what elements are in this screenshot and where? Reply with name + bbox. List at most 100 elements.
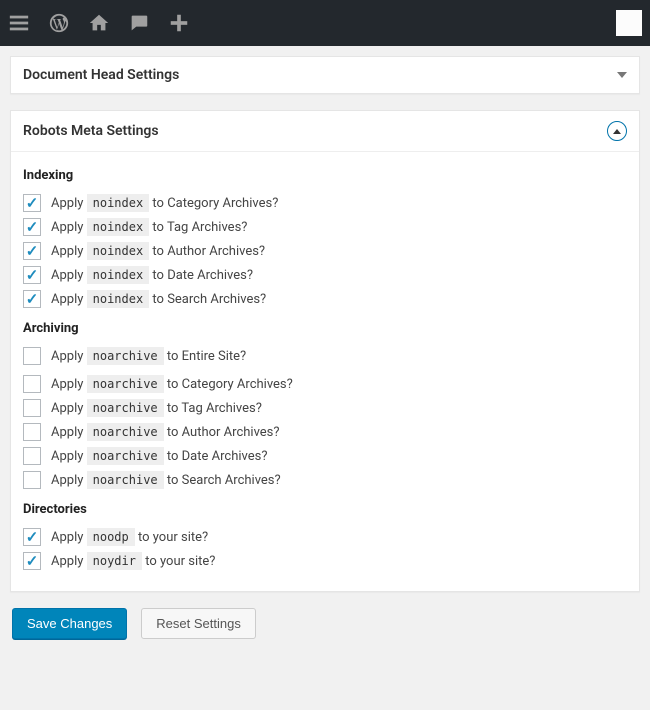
checkbox[interactable] <box>23 218 41 236</box>
option-code: noindex <box>87 218 150 236</box>
option-suffix: to your site? <box>142 554 215 569</box>
panel-title: Document Head Settings <box>23 67 179 83</box>
panel-robots-meta: Robots Meta Settings Indexing Apply noin… <box>10 110 640 592</box>
checkbox[interactable] <box>23 528 41 546</box>
option-code: noarchive <box>87 423 164 441</box>
checkbox[interactable] <box>23 242 41 260</box>
checkbox[interactable] <box>23 375 41 393</box>
option-prefix: Apply <box>51 377 87 392</box>
section-title-directories: Directories <box>23 502 627 517</box>
option-row: Apply noydir to your site? <box>23 549 627 573</box>
option-code: noarchive <box>87 471 164 489</box>
option-label: Apply noindex to Tag Archives? <box>51 220 247 235</box>
checkbox[interactable] <box>23 194 41 212</box>
section-directories: Apply noodp to your site?Apply noydir to… <box>23 525 627 573</box>
panel-body-robots-meta: Indexing Apply noindex to Category Archi… <box>11 151 639 591</box>
option-suffix: to Category Archives? <box>149 196 278 211</box>
option-label: Apply noarchive to Date Archives? <box>51 449 267 464</box>
chevron-up-icon <box>607 121 627 141</box>
option-row: Apply noarchive to Entire Site? <box>23 344 627 368</box>
option-suffix: to Tag Archives? <box>164 401 262 416</box>
section-indexing: Apply noindex to Category Archives?Apply… <box>23 191 627 311</box>
chevron-down-icon <box>617 72 627 78</box>
checkbox[interactable] <box>23 447 41 465</box>
plus-icon[interactable] <box>168 12 190 34</box>
checkbox[interactable] <box>23 423 41 441</box>
checkbox[interactable] <box>23 552 41 570</box>
option-code: noarchive <box>87 447 164 465</box>
option-label: Apply noarchive to Category Archives? <box>51 377 293 392</box>
option-row: Apply noarchive to Category Archives? <box>23 372 627 396</box>
option-prefix: Apply <box>51 554 87 569</box>
panel-document-head: Document Head Settings <box>10 56 640 94</box>
checkbox[interactable] <box>23 266 41 284</box>
panel-header-robots-meta[interactable]: Robots Meta Settings <box>11 111 639 151</box>
option-label: Apply noarchive to Author Archives? <box>51 425 280 440</box>
home-icon[interactable] <box>88 12 110 34</box>
option-row: Apply noindex to Category Archives? <box>23 191 627 215</box>
option-label: Apply noindex to Date Archives? <box>51 268 253 283</box>
section-title-archiving: Archiving <box>23 321 627 336</box>
checkbox[interactable] <box>23 471 41 489</box>
option-prefix: Apply <box>51 244 87 259</box>
reset-button[interactable]: Reset Settings <box>141 608 256 639</box>
comment-icon[interactable] <box>128 12 150 34</box>
option-row: Apply noindex to Date Archives? <box>23 263 627 287</box>
option-suffix: to your site? <box>135 530 208 545</box>
option-code: noarchive <box>87 347 164 365</box>
option-label: Apply noarchive to Entire Site? <box>51 349 246 364</box>
option-prefix: Apply <box>51 530 87 545</box>
option-prefix: Apply <box>51 425 87 440</box>
admin-bar <box>0 0 650 46</box>
content: Document Head Settings Robots Meta Setti… <box>0 46 650 649</box>
option-row: Apply noarchive to Search Archives? <box>23 468 627 492</box>
option-suffix: to Entire Site? <box>164 349 247 364</box>
option-row: Apply noindex to Search Archives? <box>23 287 627 311</box>
option-label: Apply noydir to your site? <box>51 554 215 569</box>
option-suffix: to Search Archives? <box>164 473 281 488</box>
checkbox[interactable] <box>23 399 41 417</box>
avatar[interactable] <box>616 10 642 36</box>
option-suffix: to Search Archives? <box>149 292 266 307</box>
option-row: Apply noarchive to Author Archives? <box>23 420 627 444</box>
option-code: noydir <box>87 552 142 570</box>
option-label: Apply noindex to Author Archives? <box>51 244 265 259</box>
option-prefix: Apply <box>51 268 87 283</box>
option-row: Apply noindex to Author Archives? <box>23 239 627 263</box>
option-row: Apply noindex to Tag Archives? <box>23 215 627 239</box>
section-title-indexing: Indexing <box>23 168 627 183</box>
admin-bar-left <box>8 12 190 34</box>
option-row: Apply noarchive to Tag Archives? <box>23 396 627 420</box>
option-prefix: Apply <box>51 473 87 488</box>
option-label: Apply noarchive to Search Archives? <box>51 473 281 488</box>
option-label: Apply noindex to Category Archives? <box>51 196 278 211</box>
section-archiving: Apply noarchive to Entire Site?Apply noa… <box>23 344 627 492</box>
option-suffix: to Date Archives? <box>164 449 268 464</box>
checkbox[interactable] <box>23 290 41 308</box>
option-code: noindex <box>87 290 150 308</box>
option-row: Apply noodp to your site? <box>23 525 627 549</box>
option-suffix: to Date Archives? <box>149 268 253 283</box>
option-code: noarchive <box>87 399 164 417</box>
option-prefix: Apply <box>51 220 87 235</box>
option-suffix: to Author Archives? <box>164 425 280 440</box>
panel-title: Robots Meta Settings <box>23 123 159 139</box>
option-prefix: Apply <box>51 401 87 416</box>
option-code: noindex <box>87 194 150 212</box>
option-row: Apply noarchive to Date Archives? <box>23 444 627 468</box>
option-prefix: Apply <box>51 349 87 364</box>
panel-header-document-head[interactable]: Document Head Settings <box>11 57 639 93</box>
option-label: Apply noindex to Search Archives? <box>51 292 266 307</box>
button-row: Save Changes Reset Settings <box>10 608 640 639</box>
option-suffix: to Category Archives? <box>164 377 293 392</box>
wordpress-icon[interactable] <box>48 12 70 34</box>
option-prefix: Apply <box>51 196 87 211</box>
menu-icon[interactable] <box>8 12 30 34</box>
save-button[interactable]: Save Changes <box>12 608 127 639</box>
option-label: Apply noarchive to Tag Archives? <box>51 401 262 416</box>
option-code: noindex <box>87 242 150 260</box>
option-code: noarchive <box>87 375 164 393</box>
option-code: noindex <box>87 266 150 284</box>
checkbox[interactable] <box>23 347 41 365</box>
option-suffix: to Tag Archives? <box>149 220 247 235</box>
